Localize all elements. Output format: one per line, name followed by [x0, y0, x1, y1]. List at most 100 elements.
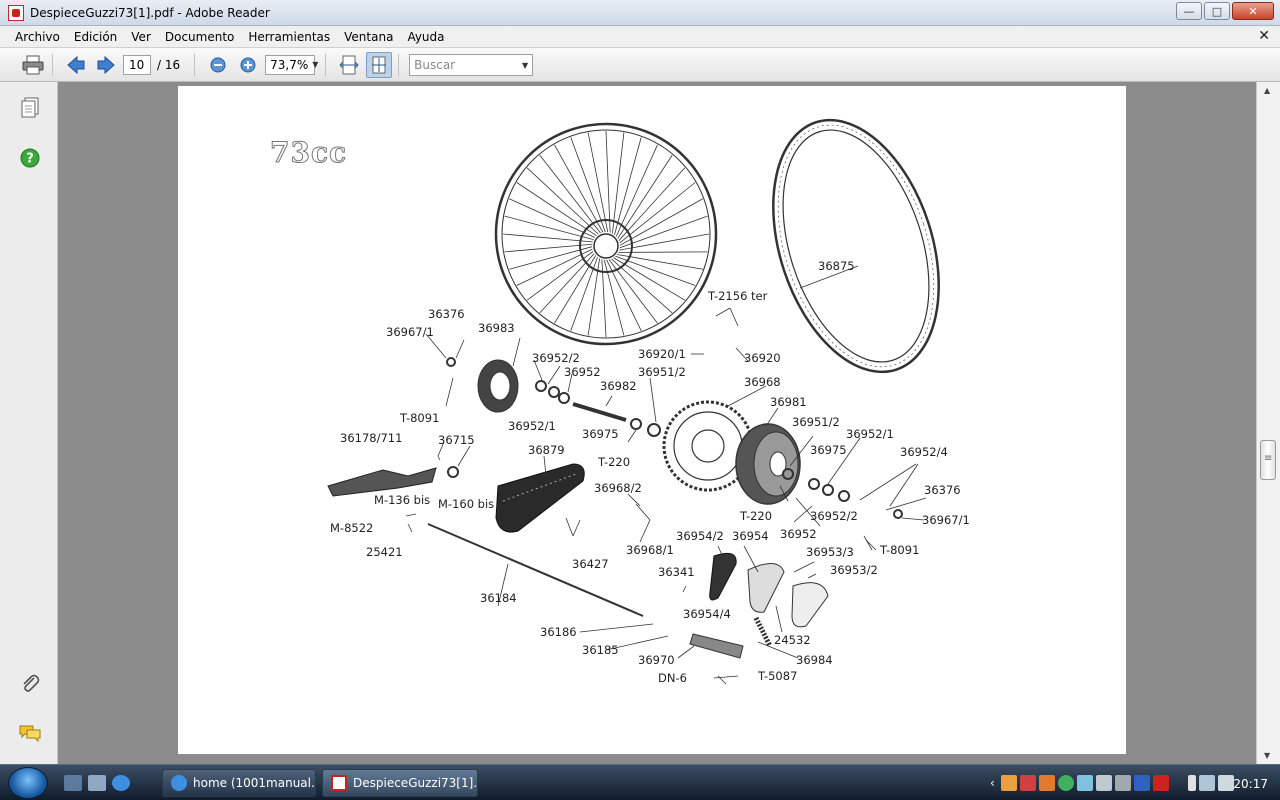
scroll-up-icon[interactable]: ▲ [1264, 86, 1270, 95]
tray-expand-icon[interactable]: ‹ [990, 776, 995, 790]
internet-explorer-icon[interactable] [112, 775, 130, 791]
part-label: 24532 [774, 633, 811, 647]
chain-guard [495, 463, 585, 533]
part-label: 36953/2 [830, 563, 878, 577]
tray-app-icon[interactable] [1019, 775, 1036, 791]
menu-documento[interactable]: Documento [158, 30, 242, 44]
search-input[interactable]: Buscar ▼ [409, 53, 534, 76]
tray-app-icon[interactable] [1133, 775, 1150, 791]
wheel-spoke [509, 198, 596, 238]
next-page-button[interactable] [93, 52, 119, 78]
page-number-input[interactable]: 10 [123, 54, 151, 75]
zoom-in-icon [240, 57, 256, 72]
part-label: T-220 [739, 509, 772, 523]
previous-page-button[interactable] [63, 52, 89, 78]
zoom-out-button[interactable] [205, 52, 231, 78]
wheel-spoke [618, 167, 686, 241]
scroll-down-icon[interactable]: ▼ [1264, 751, 1270, 760]
brake-plate [477, 359, 519, 413]
start-button[interactable] [8, 767, 48, 799]
part-label: 36185 [582, 643, 619, 657]
volume-icon[interactable] [1217, 775, 1234, 791]
menu-herramientas[interactable]: Herramientas [241, 30, 337, 44]
clock[interactable]: 20:17 [1233, 777, 1268, 791]
tray-app-icon[interactable] [1076, 775, 1093, 791]
search-placeholder: Buscar [414, 57, 456, 72]
wheel-spoke [587, 132, 609, 233]
pages-icon [21, 97, 39, 118]
tray-app-icon[interactable] [1114, 775, 1131, 791]
maximize-button[interactable]: □ [1204, 2, 1230, 20]
taskbar-reader-window[interactable]: DespieceGuzzi73[1].... [322, 769, 478, 797]
part-label: 36975 [810, 443, 847, 457]
brake-lever [327, 467, 437, 497]
part-label: 36952/2 [532, 351, 580, 365]
zoom-out-icon [210, 57, 226, 72]
show-desktop-icon[interactable] [64, 775, 82, 791]
wheel-spoke [502, 233, 593, 243]
wheel-spoke [618, 251, 708, 253]
wheel-spoke [611, 258, 673, 314]
part-label: T-2156 ter [707, 289, 768, 303]
chevron-down-icon: ▼ [521, 60, 529, 70]
wheel-spoke [605, 130, 611, 233]
tray-app-icon[interactable] [1000, 775, 1017, 791]
zoom-in-button[interactable] [235, 52, 261, 78]
document-viewport[interactable]: 73cc 36875 T-2156 ter 36920/1 36920 3696… [58, 82, 1256, 764]
scrollbar-thumb[interactable] [1260, 440, 1276, 480]
part-label: M-136 bis [374, 493, 430, 507]
toolbar-separator [194, 53, 196, 76]
menu-archivo[interactable]: Archivo [8, 30, 67, 44]
print-button[interactable] [20, 52, 46, 78]
part-label: 36968/1 [626, 543, 674, 557]
part-label: 36376 [428, 307, 465, 321]
fit-width-button[interactable] [336, 52, 362, 78]
taskbar: home (1001manual... DespieceGuzzi73[1]..… [0, 764, 1280, 800]
menu-ayuda[interactable]: Ayuda [400, 30, 451, 44]
pages-panel-button[interactable] [18, 96, 42, 120]
help-button[interactable]: ? [18, 146, 42, 170]
spoked-wheel [494, 122, 718, 346]
wheel-spoke [611, 132, 625, 234]
tray-app-icon[interactable] [1038, 775, 1055, 791]
minimize-button[interactable]: — [1176, 2, 1202, 20]
menu-edicion[interactable]: Edición [67, 30, 124, 44]
wheel-spoke [570, 257, 598, 331]
tray-app-icon[interactable] [1057, 775, 1074, 791]
hub-drum [735, 423, 801, 505]
arrow-right-icon [97, 55, 115, 74]
switch-windows-icon[interactable] [88, 775, 106, 791]
part-label: 36981 [770, 395, 807, 409]
taskbar-browser-window[interactable]: home (1001manual... [162, 769, 316, 797]
tray-app-icon[interactable] [1152, 775, 1169, 791]
axle [572, 402, 627, 422]
menu-ver[interactable]: Ver [124, 30, 158, 44]
close-window-button[interactable]: ✕ [1232, 2, 1274, 20]
part-label: 36952/1 [508, 419, 556, 433]
part-label: 36178/711 [340, 431, 402, 445]
fit-page-button[interactable] [366, 51, 393, 78]
toolbar-separator [325, 53, 327, 76]
part-label: 36968 [744, 375, 781, 389]
comments-button[interactable] [18, 722, 42, 746]
zoom-level-select[interactable]: 73,7% ▼ [265, 54, 318, 75]
window-controls: — □ ✕ [1176, 2, 1274, 20]
part-label: 36875 [818, 259, 855, 273]
vertical-scrollbar[interactable]: ▲ ▼ [1256, 82, 1280, 764]
brake-rod [427, 523, 644, 617]
close-document-icon[interactable]: ✕ [1258, 28, 1270, 44]
pdf-page: 73cc 36875 T-2156 ter 36920/1 36920 3696… [178, 86, 1126, 754]
part-label: T-5087 [757, 669, 797, 683]
tray-app-icon[interactable] [1095, 775, 1112, 791]
internet-explorer-icon [171, 775, 187, 791]
part-label: 36967/1 [386, 325, 434, 339]
network-icon[interactable] [1198, 775, 1215, 791]
part-label: T-220 [597, 455, 630, 469]
printer-icon [22, 55, 44, 74]
wheel-spoke [539, 253, 595, 314]
battery-icon[interactable] [1187, 775, 1196, 791]
part-label: 36954/2 [676, 529, 724, 543]
part-label: 36968/2 [594, 481, 642, 495]
attachments-button[interactable] [18, 672, 42, 696]
menu-ventana[interactable]: Ventana [337, 30, 400, 44]
